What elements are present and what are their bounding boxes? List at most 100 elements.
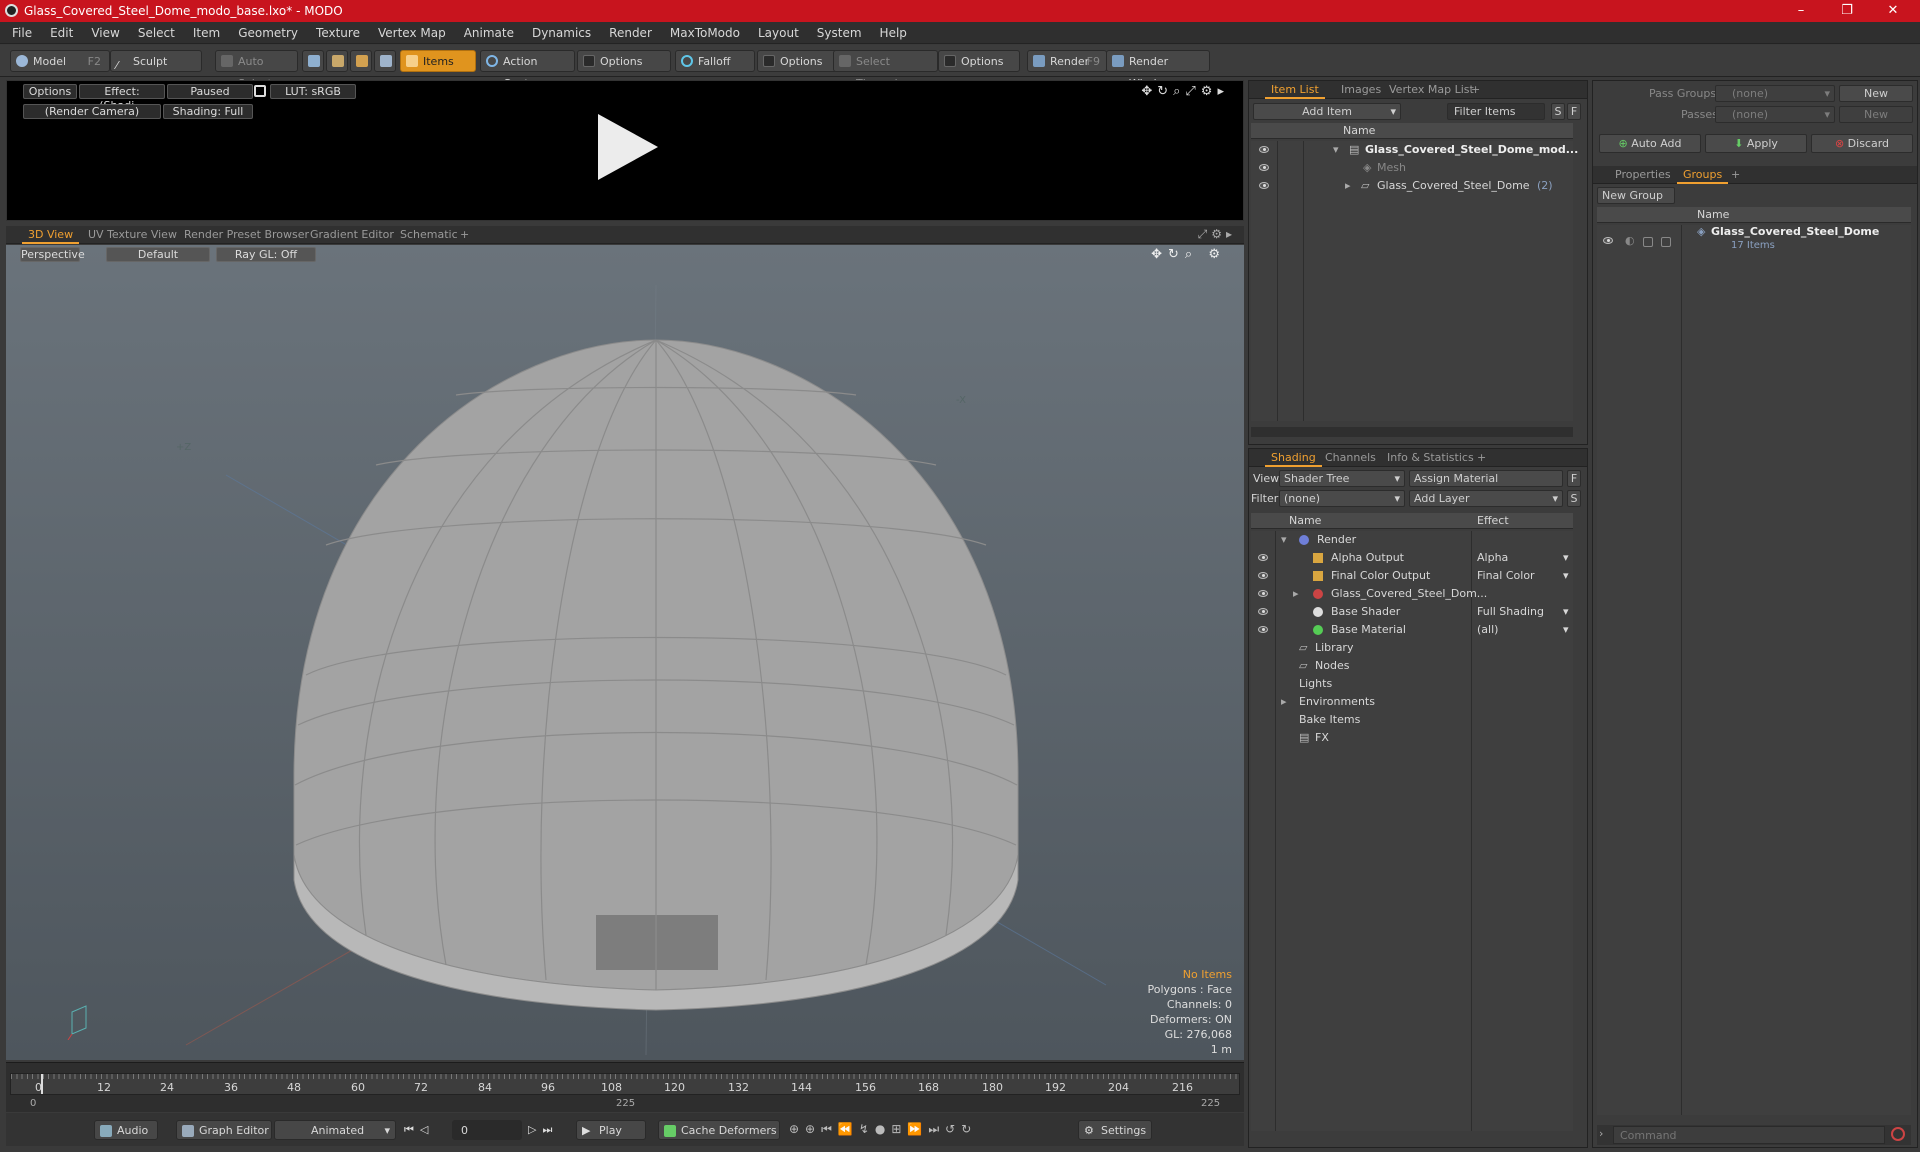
viewport-nav-icons[interactable]: ✥↻⌕ ⚙ — [1151, 247, 1226, 262]
menu-geometry[interactable]: Geometry — [229, 22, 307, 44]
render-window-button[interactable]: Render Window — [1106, 50, 1210, 90]
eye-icon[interactable] — [1258, 608, 1268, 615]
close-button[interactable]: ✕ — [1870, 0, 1916, 22]
materials-mode-button[interactable] — [374, 50, 396, 72]
perspective-dropdown[interactable]: Perspective — [20, 247, 85, 262]
eye-icon[interactable] — [1258, 590, 1268, 597]
shader-row-base-shader[interactable]: Base Shader Full Shading ▾ — [1251, 603, 1573, 621]
command-input[interactable] — [1613, 1126, 1885, 1144]
dropdown-arrow-icon[interactable]: ▾ — [1563, 549, 1569, 567]
auto-select-button[interactable]: Auto Select — [215, 50, 298, 90]
shader-row-fx[interactable]: ▤ FX — [1251, 729, 1573, 747]
menu-layout[interactable]: Layout — [749, 22, 808, 44]
eye-icon[interactable] — [1259, 182, 1269, 189]
select-through-options-button[interactable]: Options — [938, 50, 1020, 72]
lock-icon[interactable] — [254, 85, 266, 97]
menu-select[interactable]: Select — [129, 22, 184, 44]
add-layer-dropdown[interactable]: Add Layer ▾ — [1409, 490, 1563, 507]
eye-icon[interactable] — [1603, 237, 1613, 244]
new-pass-group-button[interactable]: New — [1839, 85, 1913, 102]
timeline-ruler[interactable]: 0 12 24 36 48 60 72 84 96 108 120 132 14… — [10, 1073, 1240, 1095]
eye-icon[interactable] — [1258, 572, 1268, 579]
tab-gradient-editor[interactable]: Gradient Editor — [304, 226, 400, 244]
expand-icon[interactable]: ▸ — [1345, 177, 1351, 195]
frame-input[interactable]: 0 — [452, 1120, 522, 1140]
edges-mode-button[interactable] — [326, 50, 348, 72]
preview-effect-dropdown[interactable]: Effect: (Shadi... — [79, 84, 165, 112]
restore-button[interactable]: ❐ — [1824, 0, 1870, 22]
falloff-options-button[interactable]: Options — [757, 50, 837, 72]
action-center-button[interactable]: Action Center — [480, 50, 575, 90]
tab-shading[interactable]: Shading — [1265, 449, 1322, 467]
vertices-mode-button[interactable] — [302, 50, 324, 72]
tab-groups[interactable]: Groups — [1677, 166, 1729, 184]
action-center-options-button[interactable]: Options — [577, 50, 671, 72]
shader-row-environments[interactable]: ▸ Environments — [1251, 693, 1573, 711]
tab-3d-view[interactable]: 3D View — [22, 226, 80, 244]
add-item-dropdown[interactable]: Add Item ▾ — [1253, 103, 1401, 120]
eye-icon[interactable] — [1259, 164, 1269, 171]
layer-s-button[interactable]: S — [1567, 490, 1581, 507]
select-checkbox[interactable] — [1661, 237, 1671, 247]
lut-dropdown[interactable]: LUT: sRGB — [270, 84, 356, 99]
items-mode-button[interactable]: Items — [400, 50, 476, 72]
tab-item-list[interactable]: Item List — [1265, 81, 1325, 99]
assign-material-input[interactable]: Assign Material — [1409, 470, 1563, 487]
shader-row-library[interactable]: ▱ Library — [1251, 639, 1573, 657]
render-camera-dropdown[interactable]: (Render Camera) — [23, 104, 161, 119]
add-tab-button[interactable]: + — [454, 226, 475, 244]
shading-dropdown[interactable]: Shading: Full — [163, 104, 253, 119]
menu-file[interactable]: File — [0, 22, 41, 44]
eye-icon[interactable] — [1259, 146, 1269, 153]
shader-tree-dropdown[interactable]: Shader Tree ▾ — [1279, 470, 1405, 487]
shader-row-alpha-output[interactable]: Alpha Output Alpha ▾ — [1251, 549, 1573, 567]
tree-row-scene[interactable]: ▾ ▤ Glass_Covered_Steel_Dome_mod... — [1251, 141, 1578, 159]
expand-icon[interactable]: ▸ — [1281, 693, 1287, 711]
shader-row-bake-items[interactable]: Bake Items — [1251, 711, 1573, 729]
play-button[interactable]: ▶ Play — [576, 1120, 646, 1140]
model-mode-button[interactable]: Model F2 — [10, 50, 110, 72]
filter-f-button[interactable]: F — [1567, 103, 1581, 120]
menu-view[interactable]: View — [82, 22, 128, 44]
dropdown-arrow-icon[interactable]: ▾ — [1563, 567, 1569, 585]
shader-row-render[interactable]: ▾ Render — [1251, 531, 1573, 549]
tree-row-group[interactable]: ▸ ▱ Glass_Covered_Steel_Dome (2) — [1251, 177, 1573, 195]
render-toggle-icon[interactable]: ◐ — [1625, 232, 1635, 250]
tree-row-mesh[interactable]: ◈ Mesh — [1251, 159, 1573, 177]
menu-render[interactable]: Render — [600, 22, 661, 44]
shader-row-material-group[interactable]: ▸ Glass_Covered_Steel_Dom... — [1251, 585, 1573, 603]
apply-button[interactable]: ⬇ Apply — [1705, 134, 1807, 153]
shader-row-nodes[interactable]: ▱ Nodes — [1251, 657, 1573, 675]
playhead[interactable] — [41, 1074, 43, 1094]
add-tab-button[interactable]: + — [1471, 449, 1492, 467]
filter-items-input[interactable]: Filter Items — [1447, 103, 1545, 120]
eye-icon[interactable] — [1258, 554, 1268, 561]
tab-images[interactable]: Images — [1335, 81, 1387, 99]
filter-s-button[interactable]: S — [1551, 103, 1565, 120]
horizontal-scrollbar[interactable] — [1251, 427, 1573, 437]
menu-vertex-map[interactable]: Vertex Map — [369, 22, 455, 44]
menu-texture[interactable]: Texture — [307, 22, 369, 44]
passes-dropdown[interactable]: (none) ▾ — [1715, 106, 1835, 123]
tab-channels[interactable]: Channels — [1319, 449, 1382, 467]
tab-info-statistics[interactable]: Info & Statistics — [1381, 449, 1480, 467]
shader-row-lights[interactable]: Lights — [1251, 675, 1573, 693]
menu-animate[interactable]: Animate — [455, 22, 523, 44]
skip-prev-icons[interactable]: ⏮◁ — [404, 1123, 434, 1137]
menu-maxtomodo[interactable]: MaxToModo — [661, 22, 749, 44]
filter-dropdown[interactable]: (none) ▾ — [1279, 490, 1405, 507]
viewport-3d[interactable]: Perspective Default Ray GL: Off ✥↻⌕ ⚙ +Z… — [6, 245, 1244, 1060]
menu-edit[interactable]: Edit — [41, 22, 82, 44]
group-row[interactable]: ◐ ◈ Glass_Covered_Steel_Dome 17 Items — [1597, 225, 1911, 257]
audio-button[interactable]: Audio — [94, 1120, 158, 1140]
cache-deformers-button[interactable]: Cache Deformers — [658, 1120, 780, 1140]
tab-uv-texture-view[interactable]: UV Texture View — [82, 226, 183, 244]
eye-icon[interactable] — [1258, 626, 1268, 633]
skip-next-icons[interactable]: ▷⏭ — [528, 1123, 558, 1137]
sculpt-mode-button[interactable]: ⁄ Sculpt — [110, 50, 202, 72]
preview-nav-icons[interactable]: ✥↻⌕⤢⚙▸ — [1141, 84, 1229, 99]
timeline[interactable]: 0 12 24 36 48 60 72 84 96 108 120 132 14… — [6, 1062, 1244, 1112]
menu-help[interactable]: Help — [871, 22, 916, 44]
expand-icon[interactable]: ▾ — [1281, 531, 1287, 549]
expand-icon[interactable]: ▾ — [1333, 141, 1339, 159]
